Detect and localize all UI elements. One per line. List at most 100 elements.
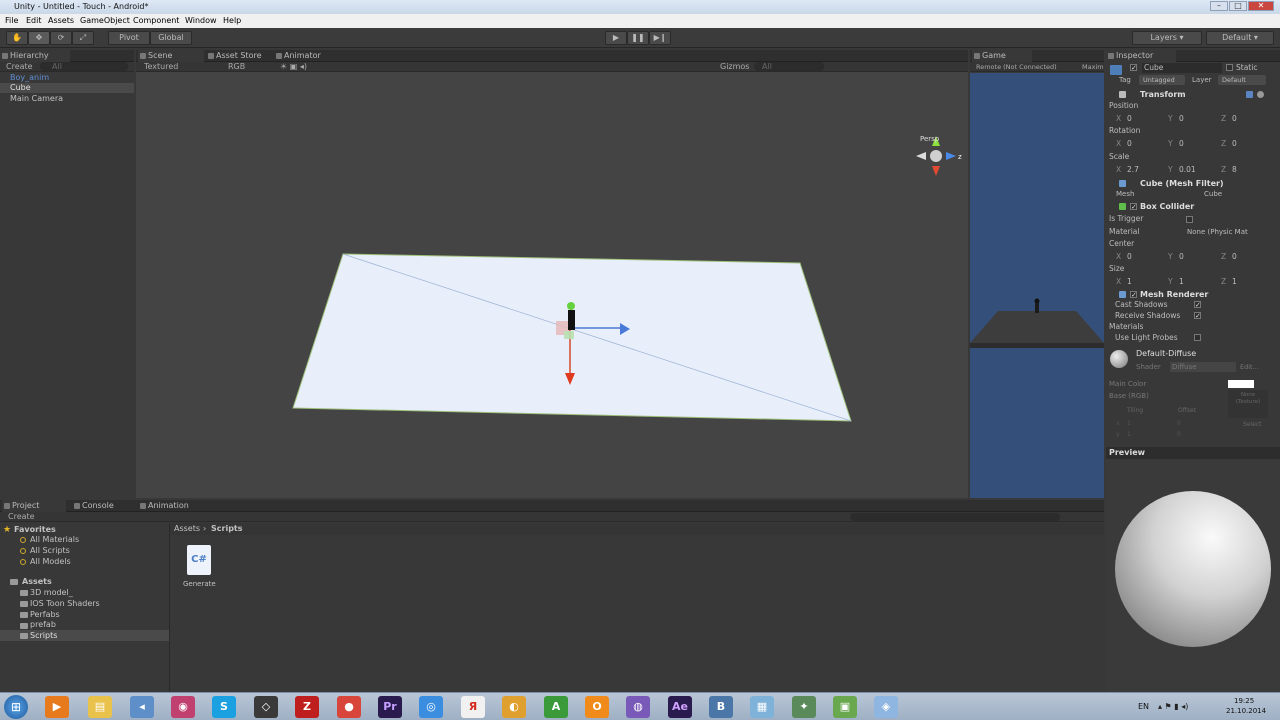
scene-lighting-toggle[interactable]: ☀ ▣ ◂): [280, 62, 307, 72]
maximize-button[interactable]: □: [1229, 1, 1247, 11]
scene-viewport[interactable]: [136, 73, 968, 498]
hand-tool-button[interactable]: ✋: [6, 31, 28, 45]
pivot-toggle[interactable]: Pivot: [108, 31, 150, 45]
maximize-on-play-toggle[interactable]: Maxim: [1082, 62, 1104, 72]
folder-scripts[interactable]: Scripts: [30, 631, 57, 641]
tab-asset-store[interactable]: Asset Store: [206, 50, 268, 62]
menu-component[interactable]: Component: [133, 14, 179, 28]
scene-search-input[interactable]: All: [754, 62, 824, 71]
play-button[interactable]: ▶: [605, 31, 627, 45]
app-icon[interactable]: ✦: [792, 696, 816, 718]
yandex-icon[interactable]: Я: [461, 696, 485, 718]
cast-shadows-checkbox[interactable]: ✓: [1194, 301, 1201, 309]
hierarchy-item-main-camera[interactable]: Main Camera: [10, 94, 63, 104]
menu-assets[interactable]: Assets: [48, 14, 74, 28]
odnoklassniki-icon[interactable]: O: [585, 696, 609, 718]
menu-help[interactable]: Help: [223, 14, 241, 28]
project-create-button[interactable]: Create: [8, 512, 35, 522]
step-button[interactable]: ▶❙: [649, 31, 671, 45]
chrome-icon[interactable]: ●: [337, 696, 361, 718]
materials-foldout[interactable]: Materials: [1109, 322, 1143, 332]
media-player-icon[interactable]: ▶: [45, 696, 69, 718]
close-button[interactable]: ✕: [1248, 1, 1274, 11]
offset-y-field[interactable]: 0: [1177, 430, 1181, 440]
offset-x-field[interactable]: 0: [1177, 419, 1181, 429]
file-generate[interactable]: Generate: [183, 579, 216, 589]
explorer-icon[interactable]: ▤: [88, 696, 112, 718]
game-view[interactable]: [970, 73, 1104, 498]
layers-dropdown[interactable]: Layers ▾: [1132, 31, 1202, 45]
audio-icon[interactable]: ◂: [130, 696, 154, 718]
texture-slot[interactable]: None (Texture): [1228, 390, 1268, 418]
clock-date[interactable]: 21.10.2014: [1226, 706, 1266, 716]
shading-dropdown[interactable]: Textured: [144, 62, 178, 72]
app-icon[interactable]: ▣: [833, 696, 857, 718]
center-x-field[interactable]: 0: [1127, 252, 1132, 262]
clock-time[interactable]: 19:25: [1234, 696, 1254, 706]
pause-button[interactable]: ❚❚: [627, 31, 649, 45]
object-name-field[interactable]: Cube: [1142, 63, 1222, 73]
use-light-probes-checkbox[interactable]: [1194, 334, 1201, 341]
folder-3d-model[interactable]: 3D model_: [30, 588, 73, 598]
pos-z-field[interactable]: 0: [1232, 114, 1237, 124]
tab-inspector[interactable]: Inspector: [1106, 50, 1176, 62]
layer-dropdown[interactable]: Default: [1218, 75, 1266, 85]
shader-edit-button[interactable]: Edit...: [1240, 362, 1259, 372]
tiling-x-field[interactable]: 1: [1127, 419, 1131, 429]
preview-area[interactable]: [1106, 459, 1280, 692]
shader-dropdown[interactable]: Diffuse: [1170, 362, 1236, 372]
app-icon[interactable]: ◍: [626, 696, 650, 718]
active-checkbox[interactable]: ✓: [1130, 64, 1137, 72]
favorite-all-materials[interactable]: All Materials: [30, 535, 79, 545]
center-y-field[interactable]: 0: [1179, 252, 1184, 262]
scale-z-field[interactable]: 8: [1232, 165, 1237, 175]
breadcrumb-assets[interactable]: Assets: [174, 524, 200, 534]
app-icon[interactable]: ◎: [419, 696, 443, 718]
vk-icon[interactable]: B: [709, 696, 733, 718]
layout-dropdown[interactable]: Default ▾: [1206, 31, 1274, 45]
tab-game[interactable]: Game: [972, 50, 1032, 62]
app-icon[interactable]: ▦: [750, 696, 774, 718]
tab-animator[interactable]: Animator: [274, 50, 334, 62]
favorite-all-scripts[interactable]: All Scripts: [30, 546, 70, 556]
breadcrumb-scripts[interactable]: Scripts: [211, 524, 243, 534]
project-search-input[interactable]: [850, 513, 1060, 521]
app-icon[interactable]: A: [544, 696, 568, 718]
app-icon[interactable]: ◈: [874, 696, 898, 718]
assets-root[interactable]: Assets: [22, 577, 52, 587]
folder-ios-toon-shaders[interactable]: IOS Toon Shaders: [30, 599, 100, 609]
tab-console[interactable]: Console: [72, 500, 132, 512]
app-icon[interactable]: ◐: [502, 696, 526, 718]
size-z-field[interactable]: 1: [1232, 277, 1237, 287]
scale-x-field[interactable]: 2.7: [1127, 165, 1139, 175]
menu-edit[interactable]: Edit: [26, 14, 42, 28]
hierarchy-item-cube[interactable]: Cube: [0, 83, 134, 93]
physic-material-field[interactable]: None (Physic Mat: [1187, 227, 1248, 237]
tag-dropdown[interactable]: Untagged: [1139, 75, 1185, 85]
hierarchy-create-button[interactable]: Create: [6, 62, 33, 72]
texture-select-button[interactable]: Select: [1243, 420, 1262, 430]
gizmos-dropdown[interactable]: Gizmos: [720, 62, 749, 72]
is-trigger-checkbox[interactable]: [1186, 216, 1193, 223]
rot-z-field[interactable]: 0: [1232, 139, 1237, 149]
main-color-swatch[interactable]: [1228, 380, 1254, 388]
tiling-y-field[interactable]: 1: [1127, 430, 1131, 440]
game-display-dropdown[interactable]: Remote (Not Connected): [976, 62, 1057, 72]
render-mode-dropdown[interactable]: RGB: [228, 62, 245, 72]
skype-icon[interactable]: S: [212, 696, 236, 718]
mesh-field[interactable]: Cube: [1196, 189, 1222, 199]
csharp-script-icon[interactable]: C#: [187, 545, 211, 575]
box-collider-enabled-checkbox[interactable]: ✓: [1130, 203, 1137, 211]
mesh-renderer-enabled-checkbox[interactable]: ✓: [1130, 291, 1137, 299]
help-icon[interactable]: [1246, 91, 1253, 98]
hierarchy-item-boy-anim[interactable]: Boy_anim: [10, 73, 49, 83]
rot-x-field[interactable]: 0: [1127, 139, 1132, 149]
size-y-field[interactable]: 1: [1179, 277, 1184, 287]
pos-x-field[interactable]: 0: [1127, 114, 1132, 124]
receive-shadows-checkbox[interactable]: ✓: [1194, 312, 1201, 320]
scale-y-field[interactable]: 0.01: [1179, 165, 1196, 175]
start-button[interactable]: ⊞: [4, 695, 28, 719]
language-indicator[interactable]: EN: [1138, 702, 1149, 712]
tab-scene[interactable]: Scene: [138, 50, 204, 62]
menu-file[interactable]: File: [5, 14, 18, 28]
